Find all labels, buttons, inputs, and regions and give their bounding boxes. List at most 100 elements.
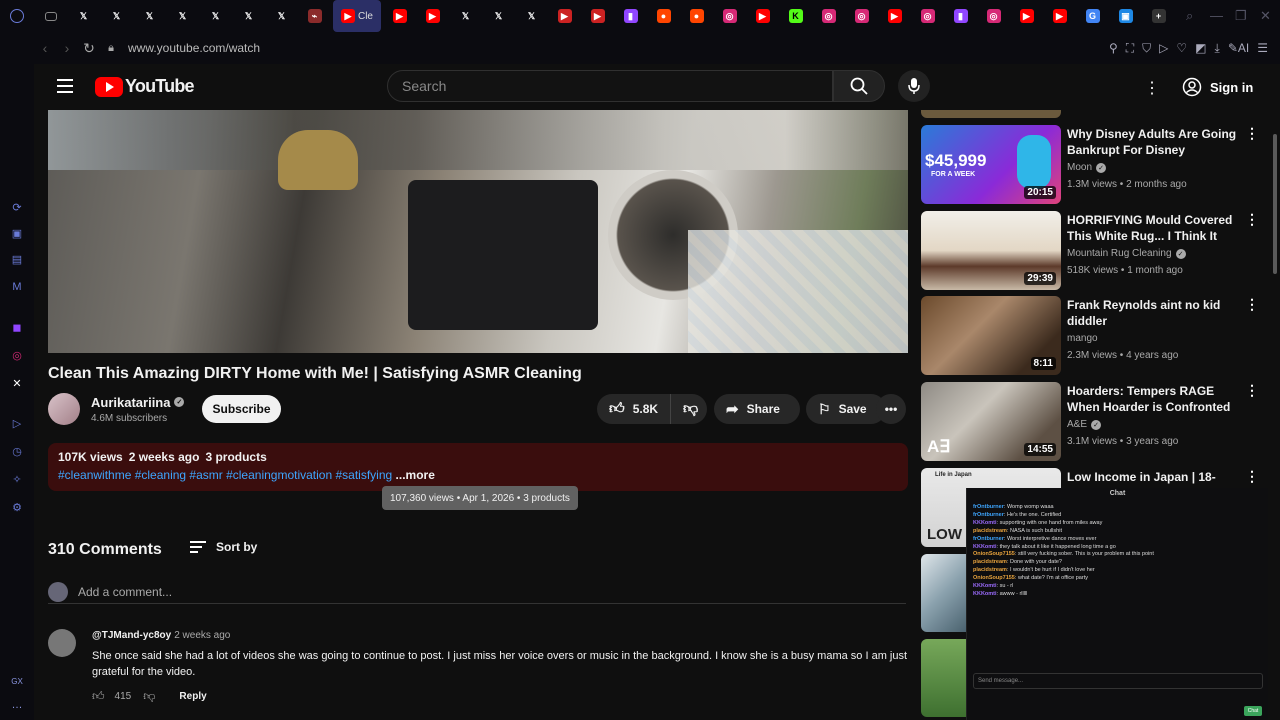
browser-tab[interactable]: ◎ [911,0,944,32]
shield-icon[interactable]: ⛉ [1142,41,1151,56]
sidebar-twitch-icon[interactable]: ◼ [10,320,24,334]
chat-username[interactable]: placidstream [973,567,1007,573]
sidebar-settings-icon[interactable]: ⚙ [10,500,24,514]
chat-username[interactable]: frOntburner [973,504,1004,510]
hamburger-menu-icon[interactable] [57,79,73,93]
chat-username[interactable]: frOntburner [973,512,1004,518]
more-vert-icon[interactable]: ⋮ [1245,212,1259,226]
close-icon[interactable]: ✕ [1260,8,1271,24]
recommendation-item[interactable]: 29:39 HORRIFYING Mould Covered This Whit… [921,211,1261,291]
sidebar-clock-icon[interactable]: ◷ [10,444,24,458]
minimize-icon[interactable]: — [1210,8,1223,23]
url-field[interactable]: www.youtube.com/watch [128,41,260,55]
settings-more-icon[interactable]: ⋮ [1144,78,1160,98]
recommendation-item[interactable]: $45,999 FOR A WEEK 20:15 Why Disney Adul… [921,125,1261,205]
ai-button[interactable]: ✎AI [1228,41,1249,55]
search-tabs-icon[interactable]: ⌕ [1186,8,1193,24]
comment-author[interactable]: @TJMand-yc8oy [92,630,171,641]
browser-tab[interactable]: G [1076,0,1109,32]
dislike-button[interactable]: 👎︎ [671,400,710,418]
hashtags[interactable]: #cleanwithme #cleaning #asmr #cleaningmo… [58,468,392,482]
video-description[interactable]: 107K views 2 weeks ago 3 products #clean… [48,443,908,491]
browser-tab[interactable]: 𝕏 [482,0,515,32]
youtube-logo[interactable]: YouTube [95,76,195,97]
browser-menu-icon[interactable] [0,0,34,32]
browser-tab[interactable]: 𝕏 [133,0,166,32]
chat-input[interactable]: Send message... [973,673,1263,689]
browser-tab[interactable]: ▶ [548,0,581,32]
browser-tab[interactable]: ● [680,0,713,32]
comment-like-icon[interactable]: 👍︎ [92,689,105,704]
chat-username[interactable]: placidstream [973,559,1007,565]
chat-username[interactable]: OnionSoup7155 [973,551,1015,557]
more-vert-icon[interactable]: ⋮ [1245,297,1259,311]
forward-icon[interactable]: › [56,40,78,56]
sidebar-refresh-icon[interactable]: ⟳ [10,200,24,214]
chat-username[interactable]: KKKomti [973,583,997,589]
recommendation-item[interactable]: A∃ 14:55 Hoarders: Tempers RAGE When Hoa… [921,382,1261,462]
browser-tab[interactable]: ◎ [713,0,746,32]
browser-tab[interactable]: ▮ [944,0,977,32]
browser-tab[interactable]: 𝕏 [166,0,199,32]
back-icon[interactable]: ‹ [34,40,56,56]
browser-tab[interactable]: ▮ [614,0,647,32]
pin-icon[interactable]: ⚲ [1109,41,1118,55]
scrollbar-thumb[interactable] [1273,134,1277,274]
browser-tab[interactable]: ▶ [1043,0,1076,32]
menu-icon[interactable]: ☰ [1257,41,1268,55]
save-button[interactable]: ⚐ Save [806,394,886,424]
sidebar-gx-icon[interactable]: GX [10,674,24,688]
browser-tab[interactable]: ● [647,0,680,32]
voice-search-button[interactable] [898,70,930,102]
chat-username[interactable]: OnionSoup7155 [973,575,1015,581]
browser-tab[interactable]: ▶ [746,0,779,32]
recommendation-thumbnail-partial[interactable] [921,639,967,717]
sidebar-instagram-icon[interactable]: ◎ [10,348,24,362]
comment-dislike-icon[interactable]: 👎︎ [143,689,155,704]
like-button[interactable]: 👍︎ 5.8K [597,394,672,424]
browser-tab[interactable]: + [1142,0,1175,32]
browser-tab[interactable]: ▶ [1010,0,1043,32]
more-actions-button[interactable]: ••• [876,394,906,424]
browser-tab[interactable]: 𝕏 [449,0,482,32]
page-scrollbar[interactable] [1270,64,1280,720]
chat-username[interactable]: frOntburner [973,536,1004,542]
wallet-icon[interactable]: ◩ [1195,41,1206,55]
search-button[interactable] [833,70,885,102]
subscribe-button[interactable]: Subscribe [202,395,281,423]
tab-generic[interactable] [34,0,67,32]
add-comment-input[interactable]: Add a comment... [78,585,172,599]
sort-comments-button[interactable]: Sort by [190,540,257,554]
channel-name[interactable]: Aurikatariina [91,395,170,410]
download-icon[interactable]: ⤓ [1215,41,1220,56]
share-button[interactable]: ➦ Share [714,394,800,424]
sidebar-m-icon[interactable]: M [10,280,24,294]
sidebar-list-icon[interactable]: ▤ [10,252,24,266]
comment-time[interactable]: 2 weeks ago [174,630,230,641]
browser-tab[interactable]: 𝕏 [67,0,100,32]
browser-tab[interactable]: ◎ [845,0,878,32]
snapshot-icon[interactable]: ⛶ [1126,41,1134,56]
sidebar-bag-icon[interactable]: ▣ [10,226,24,240]
browser-tab[interactable]: ◎ [977,0,1010,32]
sidebar-x-icon[interactable]: ✕ [10,376,24,390]
maximize-icon[interactable]: ❐ [1235,8,1247,24]
browser-tab[interactable]: 𝕏 [100,0,133,32]
more-vert-icon[interactable]: ⋮ [1245,383,1259,397]
play-icon[interactable]: ▷ [1159,41,1168,55]
browser-tab[interactable]: 𝕏 [515,0,548,32]
recommendation-thumbnail-partial[interactable] [921,110,1061,118]
browser-tab[interactable]: ▶ [878,0,911,32]
video-player[interactable] [48,110,908,353]
channel-avatar[interactable] [48,393,80,425]
browser-tab[interactable]: ◎ [812,0,845,32]
show-more-link[interactable]: ...more [396,468,435,482]
chat-username[interactable]: placidstream [973,528,1007,534]
search-input[interactable]: Search [387,70,833,102]
products-count[interactable]: 3 products [205,450,266,464]
recommendation-thumbnail-partial[interactable] [921,554,967,632]
browser-tab[interactable]: ⌁ [298,0,331,32]
browser-tab[interactable]: 𝕏 [265,0,298,32]
more-vert-icon[interactable]: ⋮ [1245,126,1259,140]
browser-tab[interactable]: K [779,0,812,32]
